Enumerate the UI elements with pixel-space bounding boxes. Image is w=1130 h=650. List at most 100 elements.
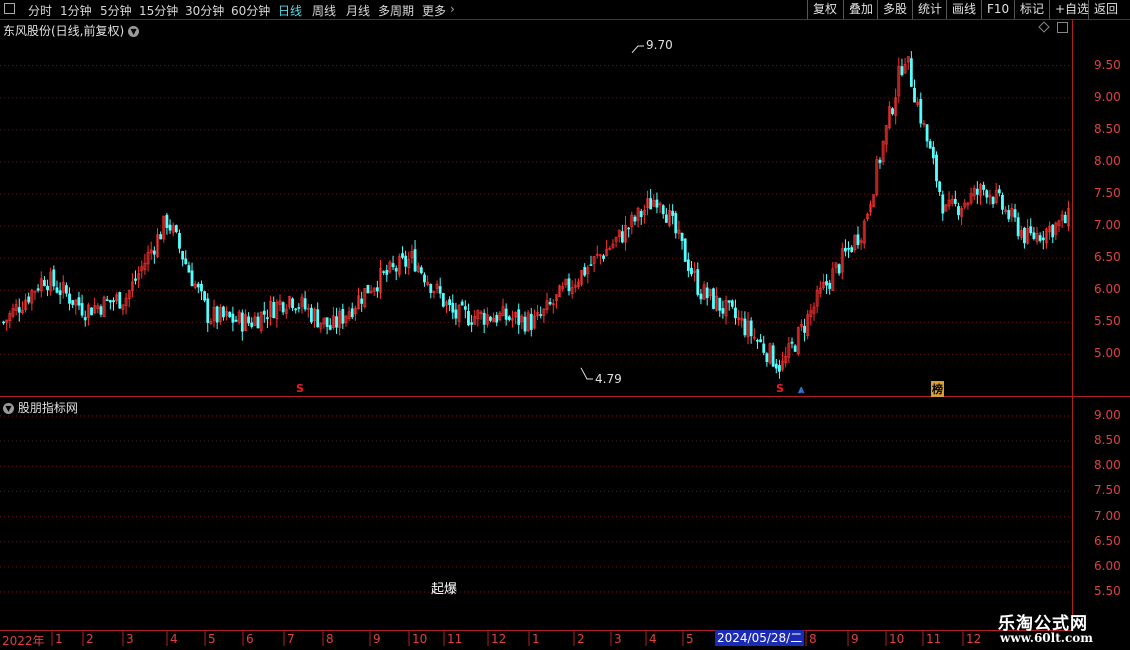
y-tick-label: 7.00 (1094, 508, 1121, 523)
candle-down (909, 58, 913, 87)
candle-down (774, 363, 778, 369)
y-tick-label: 8.50 (1094, 121, 1121, 136)
y-tick-label: 7.50 (1094, 185, 1121, 200)
maximize-icon[interactable] (1057, 22, 1068, 33)
candle-down (878, 159, 882, 164)
candle-down (441, 293, 445, 307)
candle-down (489, 316, 492, 321)
candle-down (228, 311, 232, 318)
candle-down (620, 231, 624, 243)
candle-down (982, 184, 986, 190)
candle-down (222, 306, 225, 318)
chevron-down-icon[interactable]: ▼ (3, 403, 14, 414)
candle-down (385, 270, 389, 275)
candle-down (178, 233, 181, 249)
chevron-down-icon[interactable]: ▼ (128, 26, 140, 37)
candle-down (671, 210, 675, 216)
candle-down (589, 264, 593, 266)
month-tick-label: 6 (246, 632, 254, 646)
low-price-label: 4.79 (595, 372, 622, 386)
candle-down (602, 255, 605, 259)
candle-down (190, 270, 194, 287)
year-label: 2022年 (2, 634, 45, 648)
candle-down (686, 259, 690, 271)
candle-down (649, 198, 653, 210)
candle-down (43, 280, 46, 286)
date-cursor-label: 2024/05/28/二 (715, 630, 805, 646)
month-tick-label: 3 (126, 632, 134, 646)
candle-down (391, 263, 395, 268)
candle-down (52, 269, 56, 287)
month-tick-label: 9 (851, 632, 859, 646)
candle-down (1041, 237, 1045, 241)
month-tick-label: 7 (287, 632, 295, 646)
candle-down (683, 238, 687, 262)
candle-down (991, 196, 995, 205)
candle-down (448, 299, 452, 306)
month-tick-label: 9 (373, 632, 381, 646)
candle-down (953, 198, 957, 204)
candle-down (721, 308, 725, 314)
candle-down (743, 318, 747, 336)
candle-down (341, 308, 345, 324)
candle-down (64, 285, 68, 294)
candle-down (181, 251, 185, 260)
candle-down (27, 296, 31, 303)
y-tick-label: 5.50 (1094, 314, 1121, 329)
candle-down (438, 286, 442, 294)
sub-pane-title: ▼ 股朋指标网 (3, 399, 78, 416)
extreme-leader-line (631, 45, 644, 54)
candle-down (655, 199, 659, 208)
candle-down (234, 319, 238, 322)
y-tick-label: 8.00 (1094, 153, 1121, 168)
candle-down (266, 317, 269, 319)
candle-down (975, 188, 979, 195)
month-tick-label: 8 (326, 632, 334, 646)
ranking-badge: 榜 (931, 381, 944, 397)
y-tick-label: 9.50 (1094, 57, 1121, 72)
candle-down (423, 274, 426, 283)
candle-down (759, 339, 762, 343)
month-tick-label: 1 (532, 632, 540, 646)
candle-down (925, 124, 929, 142)
candle-down (664, 214, 668, 223)
candle-down (931, 146, 935, 159)
y-tick-label: 6.50 (1094, 250, 1121, 265)
candle-down (58, 290, 62, 296)
candle-down (281, 302, 285, 313)
candle-down (718, 297, 722, 311)
candle-down (856, 234, 860, 245)
candle-down (174, 225, 178, 233)
candle-down (303, 298, 307, 310)
candle-down (316, 309, 320, 328)
watermark-url: www.60lt.com (1000, 631, 1093, 645)
candle-down (762, 343, 766, 353)
candle-down (83, 317, 87, 321)
high-price-label: 9.70 (646, 38, 673, 52)
candle-down (382, 271, 386, 273)
candle-down (470, 322, 474, 325)
candle-down (203, 291, 207, 301)
candle-down (771, 345, 775, 367)
candle-down (46, 285, 49, 291)
candle-down (495, 314, 499, 323)
candle-down (1007, 210, 1011, 220)
candle-down (844, 247, 847, 252)
candle-down (690, 267, 693, 275)
month-tick-label: 11 (926, 632, 942, 646)
candle-down (429, 284, 433, 293)
candle-down (187, 265, 191, 273)
candle-down (507, 316, 511, 320)
candle-down (196, 283, 200, 288)
candle-down (1029, 226, 1033, 234)
candle-down (413, 249, 417, 272)
candle-down (734, 307, 737, 319)
y-tick-label: 5.50 (1094, 584, 1121, 598)
candle-down (2, 321, 5, 324)
candle-down (454, 309, 458, 319)
candle-down (451, 302, 455, 313)
candle-down (1063, 214, 1067, 224)
candle-down (778, 365, 781, 372)
month-tick-label: 4 (170, 632, 178, 646)
month-tick-label: 5 (208, 632, 216, 646)
